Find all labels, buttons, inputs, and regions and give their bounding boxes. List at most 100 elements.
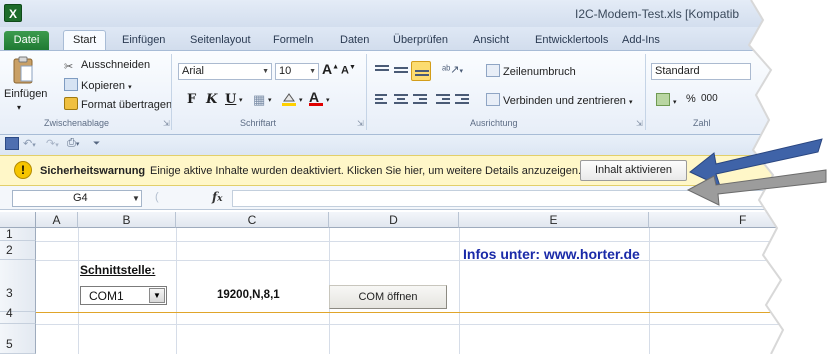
com-open-button[interactable]: COM öffnen — [329, 285, 447, 309]
merge-center-button[interactable]: Verbinden und zentrieren ▾ — [486, 93, 633, 107]
tab-developer[interactable]: Entwicklertools — [535, 34, 608, 46]
copy-dropdown-icon[interactable]: ▾ — [128, 84, 132, 91]
tab-view[interactable]: Ansicht — [473, 34, 509, 46]
chevron-down-icon[interactable]: ▾ — [17, 103, 21, 112]
align-center-icon[interactable] — [394, 94, 408, 106]
chevron-down-icon[interactable]: ▾ — [76, 141, 80, 148]
tab-page-layout[interactable]: Seitenlayout — [190, 34, 251, 46]
row-header-1[interactable]: 1 — [0, 228, 36, 241]
save-button[interactable] — [5, 137, 22, 151]
percent-button[interactable]: % — [686, 93, 696, 105]
gridline — [649, 228, 650, 354]
tab-addins[interactable]: Add-Ins — [622, 34, 660, 46]
com-port-value: COM1 — [89, 289, 124, 303]
info-link-text: Infos unter: www.horter.de — [463, 246, 640, 262]
copy-button[interactable]: Kopieren ▾ — [64, 78, 132, 92]
customize-qat-icon[interactable]: ⏷ — [93, 138, 100, 149]
underline-button[interactable]: U — [225, 92, 236, 107]
tab-insert[interactable]: Einfügen — [122, 34, 165, 46]
undo-button[interactable]: ↶▾ — [23, 137, 36, 150]
currency-icon — [656, 93, 670, 106]
row-header-4[interactable]: 4 — [0, 307, 36, 324]
chevron-down-icon[interactable]: ▼ — [309, 64, 316, 79]
font-name-value: Arial — [182, 65, 205, 77]
orientation-icon[interactable]: ᵃᵇ↗▾ — [442, 63, 463, 76]
font-name-combo[interactable]: Arial ▼ — [178, 63, 272, 80]
com-port-combobox[interactable]: COM1 ▼ — [80, 286, 167, 305]
font-launcher-icon[interactable]: ⇲ — [357, 119, 364, 128]
format-painter-button[interactable]: Format übertragen — [64, 97, 172, 111]
select-all-corner[interactable] — [0, 212, 36, 228]
merge-label: Verbinden und zentrieren — [503, 95, 626, 107]
tab-review[interactable]: Überprüfen — [393, 34, 448, 46]
excel-window: X I2C-Modem-Test.xls [Kompatib Datei Sta… — [0, 0, 831, 354]
chevron-down-icon[interactable]: ▾ — [299, 96, 303, 104]
serial-settings-text: 19200,N,8,1 — [217, 289, 280, 301]
column-header-c[interactable]: C — [176, 212, 329, 228]
wrap-text-label: Zeilenumbruch — [503, 66, 576, 78]
align-bottom-button[interactable] — [411, 61, 431, 81]
redo-button[interactable]: ↷▾ — [46, 137, 59, 150]
align-right-icon[interactable] — [413, 94, 427, 106]
chevron-down-icon[interactable]: ▼ — [149, 288, 165, 303]
function-icon[interactable]: fx — [212, 190, 223, 204]
clipboard-launcher-icon[interactable]: ⇲ — [163, 119, 170, 128]
chevron-down-icon[interactable]: ▼ — [262, 64, 269, 79]
column-header-a[interactable]: A — [36, 212, 78, 228]
shrink-font-label: A — [341, 64, 349, 77]
column-header-d[interactable]: D — [329, 212, 459, 228]
chevron-down-icon[interactable]: ▾ — [326, 96, 330, 104]
copy-icon — [64, 78, 78, 91]
font-size-combo[interactable]: 10 ▼ — [275, 63, 319, 80]
increase-indent-icon[interactable] — [455, 94, 469, 106]
quick-access-toolbar — [0, 135, 831, 155]
alignment-launcher-icon[interactable]: ⇲ — [636, 119, 643, 128]
cut-label: Ausschneiden — [81, 59, 151, 71]
italic-button[interactable]: K — [206, 92, 217, 107]
alignment-group-label: Ausrichtung — [470, 118, 518, 128]
name-box[interactable]: G4 — [12, 190, 142, 207]
row-header-5[interactable]: 5 — [0, 324, 36, 354]
row-header-3[interactable]: 3 — [0, 260, 36, 312]
row-header-2[interactable]: 2 — [0, 241, 36, 260]
chevron-down-icon[interactable]: ▾ — [629, 99, 633, 106]
grow-font-button[interactable]: A▲ — [322, 61, 339, 77]
align-middle-icon[interactable] — [394, 67, 408, 79]
excel-icon[interactable]: X — [4, 4, 22, 22]
borders-icon[interactable]: ▦ — [253, 92, 265, 108]
tab-data[interactable]: Daten — [340, 34, 369, 46]
bold-button[interactable]: F — [187, 92, 196, 107]
font-color-swatch — [309, 103, 323, 106]
column-header-b[interactable]: B — [78, 212, 176, 228]
font-color-button[interactable]: A — [309, 89, 323, 106]
gridline — [176, 228, 177, 354]
torn-edge — [747, 0, 831, 354]
chevron-down-icon[interactable]: ▼ — [132, 190, 140, 207]
gridline — [459, 228, 460, 354]
cut-button[interactable]: ✂ Ausschneiden — [64, 59, 150, 73]
number-group-label: Zahl — [693, 118, 711, 128]
gridline — [78, 228, 79, 354]
fill-color-button[interactable] — [280, 91, 298, 110]
align-top-icon[interactable] — [375, 65, 389, 77]
decrease-indent-icon[interactable] — [436, 94, 450, 106]
print-button[interactable]: ⎙▾ — [67, 137, 79, 150]
column-header-e[interactable]: E — [459, 212, 649, 228]
align-left-icon[interactable] — [375, 94, 389, 106]
shrink-font-button[interactable]: A▼ — [341, 64, 356, 77]
chevron-down-icon[interactable]: ▾ — [673, 99, 677, 106]
chevron-down-icon[interactable]: ▾ — [55, 142, 59, 149]
chevron-down-icon[interactable]: ▾ — [239, 96, 243, 104]
save-icon — [5, 137, 19, 150]
security-warning-message[interactable]: Einige aktive Inhalte wurden deaktiviert… — [150, 165, 581, 177]
paste-button[interactable]: Einfügen — [4, 88, 47, 100]
formula-bar-handle-icon[interactable]: ( — [155, 191, 159, 203]
tab-formulas[interactable]: Formeln — [273, 34, 313, 46]
tab-start[interactable]: Start — [63, 30, 107, 51]
chevron-down-icon[interactable]: ▾ — [32, 142, 36, 149]
tab-file[interactable]: Datei — [4, 31, 49, 50]
currency-button[interactable]: ▾ — [656, 93, 677, 107]
enable-content-button[interactable]: Inhalt aktivieren — [580, 160, 687, 181]
chevron-down-icon[interactable]: ▾ — [268, 96, 272, 104]
wrap-text-button[interactable]: Zeilenumbruch — [486, 64, 576, 78]
